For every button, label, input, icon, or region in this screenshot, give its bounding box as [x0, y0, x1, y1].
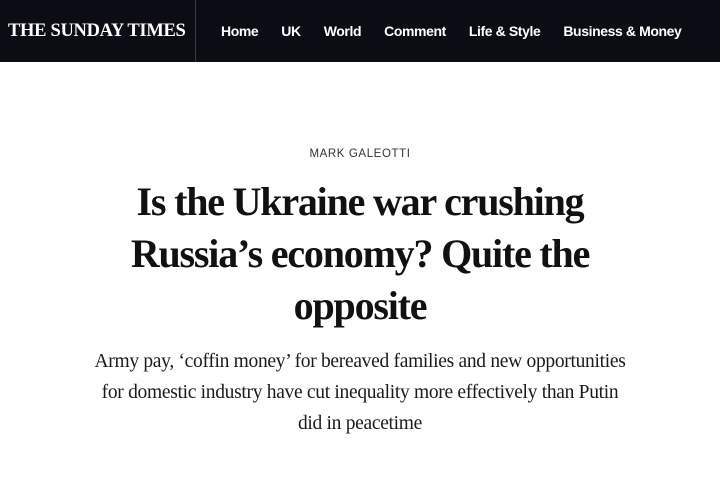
nav-item-uk[interactable]: UK: [281, 23, 301, 39]
nav-item-world[interactable]: World: [324, 23, 362, 39]
author-byline[interactable]: MARK GALEOTTI: [0, 148, 720, 160]
main-nav: Home UK World Comment Life & Style Busin…: [196, 0, 682, 62]
site-logo[interactable]: THE SUNDAY TIMES: [0, 0, 196, 62]
nav-item-home[interactable]: Home: [221, 23, 259, 39]
masthead-bar: THE SUNDAY TIMES Home UK World Comment L…: [0, 0, 720, 62]
nav-item-comment[interactable]: Comment: [384, 23, 446, 39]
nav-item-business-money[interactable]: Business & Money: [563, 23, 681, 39]
nav-item-life-style[interactable]: Life & Style: [469, 23, 541, 39]
article-headline: Is the Ukraine war crushing Russia’s eco…: [130, 179, 591, 328]
article-standfirst: Army pay, ‘coffin money’ for bereaved fa…: [94, 351, 626, 434]
